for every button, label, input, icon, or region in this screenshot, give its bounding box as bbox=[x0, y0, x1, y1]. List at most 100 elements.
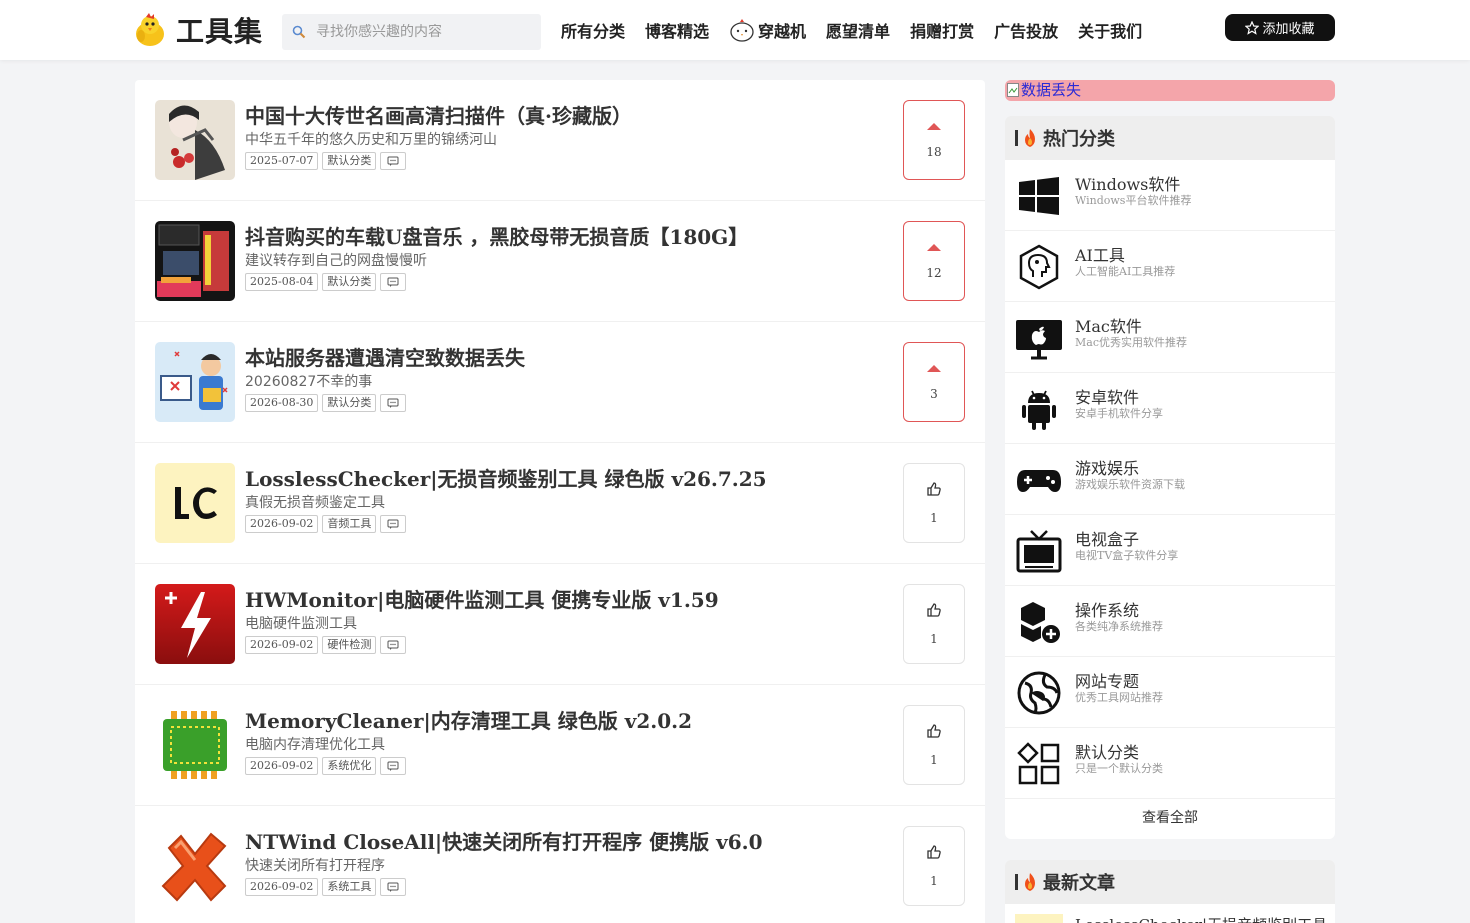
like-count: 1 bbox=[930, 511, 938, 525]
post-item[interactable]: LosslessChecker|无损音频鉴别工具 绿色版 v26.7.25 真假… bbox=[135, 443, 985, 564]
comment-icon bbox=[387, 156, 399, 166]
post-item[interactable]: HWMonitor|电脑硬件监测工具 便携专业版 v1.59 电脑硬件监测工具 … bbox=[135, 564, 985, 685]
category-desc: 各类纯净系统推荐 bbox=[1075, 620, 1163, 633]
category-item-tvbox[interactable]: 电视盒子 电视TV盒子软件分享 bbox=[1005, 515, 1335, 586]
post-category-tag[interactable]: 默认分类 bbox=[322, 273, 377, 291]
post-item[interactable]: 抖音购买的车载U盘音乐 ，黑胶母带无损音质【180G】 建议转存到自己的网盘慢慢… bbox=[135, 201, 985, 322]
panel-header: 最新文章 bbox=[1005, 860, 1335, 904]
comment-tag[interactable] bbox=[380, 515, 407, 533]
panel-bar bbox=[1015, 130, 1018, 146]
add-favorite-button[interactable]: 添加收藏 bbox=[1225, 14, 1335, 41]
search-input[interactable] bbox=[316, 24, 526, 40]
nav-advertise[interactable]: 广告投放 bbox=[994, 18, 1058, 42]
comment-tag[interactable] bbox=[380, 273, 407, 291]
site-logo[interactable]: 工具集 bbox=[132, 10, 263, 50]
post-item[interactable]: MemoryCleaner|内存清理工具 绿色版 v2.0.2 电脑内存清理优化… bbox=[135, 685, 985, 806]
category-item-ai[interactable]: AI工具 人工智能AI工具推荐 bbox=[1005, 231, 1335, 302]
vote-button[interactable]: 12 bbox=[903, 221, 965, 301]
nav-donate[interactable]: 捐赠打赏 bbox=[910, 18, 974, 42]
nav-wishlist[interactable]: 愿望清单 bbox=[826, 18, 890, 42]
post-list: 中国十大传世名画高清扫描件（真·珍藏版） 中华五千年的悠久历史和万里的锦绣河山 … bbox=[135, 80, 985, 923]
comment-tag[interactable] bbox=[380, 636, 407, 654]
comment-tag[interactable] bbox=[380, 152, 407, 170]
post-category-tag[interactable]: 默认分类 bbox=[322, 152, 377, 170]
like-button[interactable]: 1 bbox=[903, 705, 965, 785]
view-all-link[interactable]: 查看全部 bbox=[1005, 799, 1335, 839]
up-arrow-icon bbox=[927, 365, 941, 372]
post-thumbnail-hwmonitor[interactable] bbox=[155, 584, 235, 664]
ai-icon bbox=[1019, 244, 1059, 290]
vote-button[interactable]: 3 bbox=[903, 342, 965, 422]
latest-post-title[interactable]: LosslessChecker|无损音频鉴别工具 bbox=[1075, 914, 1327, 923]
thumbs-up-icon bbox=[927, 603, 941, 617]
post-item[interactable]: NTWind CloseAll|快速关闭所有打开程序 便携版 v6.0 快速关闭… bbox=[135, 806, 985, 923]
post-meta: 2026-09-02 音频工具 bbox=[245, 515, 410, 533]
post-category-tag[interactable]: 系统工具 bbox=[322, 878, 377, 896]
post-date: 2025-08-04 bbox=[245, 273, 319, 291]
nav-about[interactable]: 关于我们 bbox=[1078, 18, 1142, 42]
thumbs-up-icon bbox=[927, 482, 941, 496]
post-title[interactable]: LosslessChecker|无损音频鉴别工具 绿色版 v26.7.25 bbox=[245, 463, 767, 492]
post-title[interactable]: MemoryCleaner|内存清理工具 绿色版 v2.0.2 bbox=[245, 705, 692, 734]
category-item-android[interactable]: 安卓软件 安卓手机软件分享 bbox=[1005, 373, 1335, 444]
post-date: 2025-07-07 bbox=[245, 152, 319, 170]
post-date: 2026-08-30 bbox=[245, 394, 319, 412]
post-category-tag[interactable]: 系统优化 bbox=[322, 757, 377, 775]
post-subtitle: 中华五千年的悠久历史和万里的锦绣河山 bbox=[245, 132, 497, 148]
post-title[interactable]: NTWind CloseAll|快速关闭所有打开程序 便携版 v6.0 bbox=[245, 826, 763, 855]
site-header: 工具集 所有分类 博客精选 穿越机 愿望清单 捐赠打赏 广告投放 关于我们 添 bbox=[0, 0, 1470, 60]
latest-posts-panel: 最新文章 LosslessChecker|无损音频鉴别工具 bbox=[1005, 860, 1335, 923]
search-box[interactable] bbox=[282, 14, 541, 50]
comment-icon bbox=[387, 398, 399, 408]
comment-tag[interactable] bbox=[380, 757, 407, 775]
post-meta: 2025-07-07 默认分类 bbox=[245, 152, 410, 170]
category-item-mac[interactable]: Mac软件 Mac优秀实用软件推荐 bbox=[1005, 302, 1335, 373]
sidebar-banner[interactable]: 数据丢失 bbox=[1005, 80, 1335, 101]
post-subtitle: 20260827不幸的事 bbox=[245, 374, 373, 390]
broken-image-icon bbox=[1007, 83, 1019, 97]
post-title[interactable]: 中国十大传世名画高清扫描件（真·珍藏版） bbox=[245, 100, 632, 129]
like-count: 1 bbox=[930, 632, 938, 646]
like-button[interactable]: 1 bbox=[903, 463, 965, 543]
latest-post-item[interactable]: LosslessChecker|无损音频鉴别工具 bbox=[1005, 904, 1335, 923]
category-item-websites[interactable]: 网站专题 优秀工具网站推荐 bbox=[1005, 657, 1335, 728]
nav-time-machine[interactable]: 穿越机 bbox=[729, 18, 806, 42]
post-subtitle: 建议转存到自己的网盘慢慢听 bbox=[245, 253, 427, 269]
chick-logo-icon bbox=[136, 13, 164, 46]
nav-blog-picks[interactable]: 博客精选 bbox=[645, 18, 709, 42]
post-title[interactable]: 抖音购买的车载U盘音乐 ，黑胶母带无损音质【180G】 bbox=[245, 221, 748, 250]
post-title[interactable]: HWMonitor|电脑硬件监测工具 便携专业版 v1.59 bbox=[245, 584, 719, 613]
post-item[interactable]: 本站服务器遭遇清空致数据丢失 20260827不幸的事 2026-08-30 默… bbox=[135, 322, 985, 443]
post-thumbnail-usb-music[interactable] bbox=[155, 221, 235, 301]
post-subtitle: 快速关闭所有打开程序 bbox=[245, 858, 385, 874]
category-desc: 人工智能AI工具推荐 bbox=[1075, 265, 1176, 278]
category-item-os[interactable]: 操作系统 各类纯净系统推荐 bbox=[1005, 586, 1335, 657]
like-button[interactable]: 1 bbox=[903, 584, 965, 664]
vote-button[interactable]: 18 bbox=[903, 100, 965, 180]
post-thumbnail-memorycleaner[interactable] bbox=[155, 705, 235, 785]
post-date: 2026-09-02 bbox=[245, 515, 319, 533]
post-category-tag[interactable]: 默认分类 bbox=[322, 394, 377, 412]
add-favorite-label: 添加收藏 bbox=[1262, 22, 1315, 37]
post-thumbnail-losslesschecker[interactable] bbox=[155, 463, 235, 543]
category-item-games[interactable]: 游戏娱乐 游戏娱乐软件资源下载 bbox=[1005, 444, 1335, 515]
category-item-windows[interactable]: Windows软件 Windows平台软件推荐 bbox=[1005, 160, 1335, 231]
post-title[interactable]: 本站服务器遭遇清空致数据丢失 bbox=[245, 342, 525, 371]
post-thumbnail-server-error[interactable] bbox=[155, 342, 235, 422]
post-thumbnail-closeall[interactable] bbox=[155, 826, 235, 906]
post-subtitle: 电脑内存清理优化工具 bbox=[245, 737, 385, 753]
nav-all-categories[interactable]: 所有分类 bbox=[561, 18, 625, 42]
post-item[interactable]: 中国十大传世名画高清扫描件（真·珍藏版） 中华五千年的悠久历史和万里的锦绣河山 … bbox=[135, 80, 985, 201]
comment-tag[interactable] bbox=[380, 394, 407, 412]
like-button[interactable]: 1 bbox=[903, 826, 965, 906]
os-icon bbox=[1021, 602, 1060, 643]
post-subtitle: 电脑硬件监测工具 bbox=[245, 616, 357, 632]
category-item-default[interactable]: 默认分类 只是一个默认分类 bbox=[1005, 728, 1335, 799]
main-nav: 所有分类 博客精选 穿越机 愿望清单 捐赠打赏 广告投放 关于我们 bbox=[561, 0, 1162, 60]
panel-bar bbox=[1015, 874, 1018, 890]
post-thumbnail-painting[interactable] bbox=[155, 100, 235, 180]
post-category-tag[interactable]: 音频工具 bbox=[322, 515, 377, 533]
category-desc: 只是一个默认分类 bbox=[1075, 762, 1163, 775]
post-category-tag[interactable]: 硬件检测 bbox=[322, 636, 377, 654]
comment-tag[interactable] bbox=[380, 878, 407, 896]
